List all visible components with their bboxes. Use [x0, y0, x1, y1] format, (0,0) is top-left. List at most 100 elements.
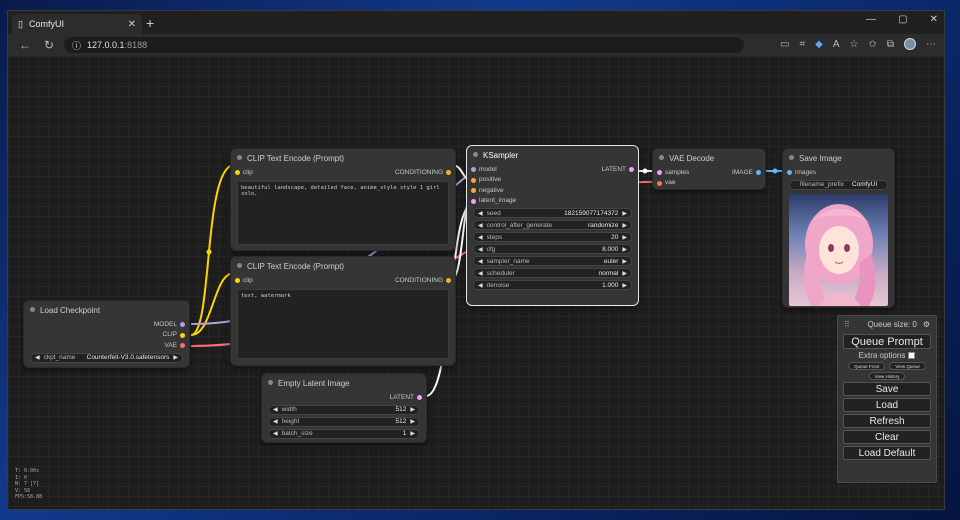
- port-dot[interactable]: [756, 170, 761, 175]
- save-image-node[interactable]: Save Image images filename_prefix ComfyU…: [782, 148, 895, 308]
- port-dot[interactable]: [180, 332, 185, 338]
- port-dot[interactable]: [471, 167, 476, 172]
- control-after-generate-widget[interactable]: ◀ control_after_generate randomize ▶: [473, 220, 632, 230]
- ksampler-node[interactable]: KSampler model LATENT positive negative: [466, 145, 639, 306]
- load-button[interactable]: Load: [843, 398, 931, 412]
- increment-icon[interactable]: ▶: [622, 222, 627, 229]
- maximize-icon[interactable]: ▢: [898, 14, 907, 25]
- node-title[interactable]: VAE Decode: [653, 149, 765, 167]
- view-history-button[interactable]: View History: [868, 372, 906, 380]
- close-tab-icon[interactable]: ✕: [128, 19, 136, 30]
- favorite-icon[interactable]: ☆: [850, 39, 859, 50]
- output-port-image[interactable]: IMAGE: [732, 167, 765, 178]
- node-title[interactable]: Save Image: [783, 149, 894, 167]
- view-queue-button[interactable]: View Queue: [889, 362, 926, 370]
- refresh-button[interactable]: Refresh: [843, 414, 931, 428]
- profile-avatar[interactable]: [904, 38, 916, 50]
- node-title[interactable]: CLIP Text Encode (Prompt): [231, 257, 455, 275]
- increment-icon[interactable]: ▶: [410, 418, 415, 425]
- drag-handle-icon[interactable]: ⠿: [844, 320, 850, 329]
- settings-gear-icon[interactable]: ⚙: [923, 320, 930, 329]
- height-widget[interactable]: ◀ height 512 ▶: [268, 416, 420, 427]
- load-checkpoint-node[interactable]: Load Checkpoint MODEL CLIP VAE ◀ ckpt_nam…: [23, 300, 190, 368]
- address-bar[interactable]: ⓘ 127.0.0.1 :8188: [64, 37, 744, 53]
- port-dot[interactable]: [471, 177, 476, 183]
- input-port-images[interactable]: images: [783, 167, 894, 178]
- extra-options-checkbox[interactable]: [908, 352, 916, 359]
- decrement-icon[interactable]: ◀: [273, 418, 278, 425]
- decrement-icon[interactable]: ◀: [478, 234, 483, 241]
- decrement-icon[interactable]: ◀: [35, 354, 40, 361]
- port-dot[interactable]: [446, 170, 451, 175]
- increment-icon[interactable]: ▶: [622, 258, 627, 265]
- output-port-clip[interactable]: CLIP: [24, 330, 189, 341]
- increment-icon[interactable]: ▶: [410, 406, 415, 413]
- increment-icon[interactable]: ▶: [410, 430, 415, 437]
- filename-prefix-widget[interactable]: filename_prefix ComfyUI: [789, 179, 888, 190]
- new-tab-icon[interactable]: +: [146, 15, 154, 31]
- prompt-textarea[interactable]: beautiful landscape, detailed face, anim…: [237, 181, 449, 245]
- cfg-widget[interactable]: ◀ cfg 8.000 ▶: [473, 244, 632, 254]
- decrement-icon[interactable]: ◀: [478, 270, 483, 277]
- port-dot[interactable]: [417, 395, 422, 400]
- denoise-widget[interactable]: ◀ denoise 1.000 ▶: [473, 280, 632, 290]
- load-default-button[interactable]: Load Default: [843, 446, 931, 460]
- batch-size-widget[interactable]: ◀ batch_size 1 ▶: [268, 428, 420, 439]
- input-port-clip[interactable]: clip: [231, 167, 253, 178]
- prompt-textarea[interactable]: text, watermark: [237, 289, 449, 359]
- reload-icon[interactable]: ↻: [42, 38, 56, 52]
- input-port-latent-image[interactable]: latent_image: [467, 196, 638, 207]
- read-aloud-icon[interactable]: A: [833, 39, 840, 50]
- seed-widget[interactable]: ◀ seed 182159077174372 ▶: [473, 208, 632, 218]
- increment-icon[interactable]: ▶: [173, 354, 178, 361]
- extension-icon[interactable]: ◆: [815, 39, 823, 50]
- minimize-icon[interactable]: —: [866, 14, 876, 25]
- increment-icon[interactable]: ▶: [622, 234, 627, 241]
- node-canvas[interactable]: CLIP Text Encode (Prompt) clip CONDITION…: [8, 56, 944, 509]
- queue-panel-header[interactable]: ⠿ Queue size: 0 ⚙: [838, 316, 936, 332]
- port-dot[interactable]: [180, 322, 185, 327]
- output-port-conditioning[interactable]: CONDITIONING: [395, 275, 455, 286]
- output-port-latent[interactable]: LATENT: [602, 164, 638, 175]
- node-title[interactable]: Load Checkpoint: [24, 301, 189, 319]
- port-dot[interactable]: [446, 278, 451, 283]
- decrement-icon[interactable]: ◀: [478, 210, 483, 217]
- port-dot[interactable]: [180, 343, 185, 348]
- node-title[interactable]: CLIP Text Encode (Prompt): [231, 149, 455, 167]
- increment-icon[interactable]: ▶: [622, 282, 627, 289]
- close-window-icon[interactable]: ✕: [930, 14, 938, 25]
- increment-icon[interactable]: ▶: [622, 270, 627, 277]
- decrement-icon[interactable]: ◀: [478, 222, 483, 229]
- queue-prompt-button[interactable]: Queue Prompt: [843, 334, 931, 349]
- ckpt-name-widget[interactable]: ◀ ckpt_name Counterfeit-V3.0.safetensors ▶: [30, 352, 183, 363]
- browser-tab[interactable]: ▯ ComfyUI ✕: [12, 14, 142, 34]
- favorites-icon[interactable]: ✩: [868, 39, 876, 50]
- input-port-vae[interactable]: vae: [653, 178, 765, 189]
- increment-icon[interactable]: ▶: [622, 246, 627, 253]
- port-dot[interactable]: [657, 170, 662, 175]
- output-port-model[interactable]: MODEL: [24, 319, 189, 330]
- back-icon[interactable]: ←: [18, 38, 32, 52]
- scheduler-widget[interactable]: ◀ scheduler normal ▶: [473, 268, 632, 278]
- port-dot[interactable]: [657, 180, 662, 186]
- queue-front-button[interactable]: Queue Front: [848, 362, 886, 370]
- input-port-clip[interactable]: clip: [231, 275, 253, 286]
- port-dot[interactable]: [471, 198, 476, 204]
- output-port-vae[interactable]: VAE: [24, 340, 189, 351]
- vae-decode-node[interactable]: VAE Decode samples IMAGE vae: [652, 148, 766, 190]
- decrement-icon[interactable]: ◀: [273, 406, 278, 413]
- input-port-negative[interactable]: negative: [467, 185, 638, 196]
- input-port-positive[interactable]: positive: [467, 175, 638, 186]
- node-title[interactable]: KSampler: [467, 146, 638, 164]
- width-widget[interactable]: ◀ width 512 ▶: [268, 404, 420, 415]
- app-available-icon[interactable]: ▭: [780, 39, 789, 50]
- output-port-conditioning[interactable]: CONDITIONING: [395, 167, 455, 178]
- port-dot[interactable]: [471, 188, 476, 193]
- sampler-name-widget[interactable]: ◀ sampler_name euler ▶: [473, 256, 632, 266]
- port-dot[interactable]: [235, 278, 240, 283]
- collections-icon[interactable]: ⧉: [887, 39, 894, 50]
- decrement-icon[interactable]: ◀: [478, 246, 483, 253]
- node-title[interactable]: Empty Latent Image: [262, 374, 426, 392]
- output-port-latent[interactable]: LATENT: [262, 392, 426, 403]
- decrement-icon[interactable]: ◀: [478, 282, 483, 289]
